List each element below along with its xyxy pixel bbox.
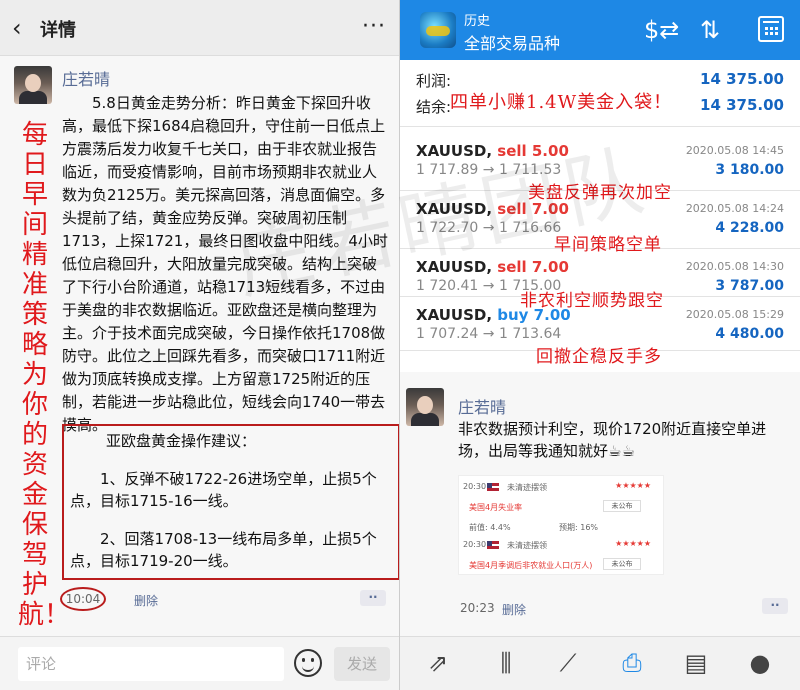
card-time-1: 20:30 xyxy=(463,482,487,491)
trade-date: 2020.05.08 14:24 xyxy=(685,202,784,215)
more-options-icon[interactable]: ··· xyxy=(362,14,386,39)
balance-value: 14 375.00 xyxy=(700,96,784,114)
card-stars-2: ★★★★★ xyxy=(615,539,651,548)
card-stars-1: ★★★★★ xyxy=(615,481,651,490)
card-expect: 预期: 16% xyxy=(559,523,599,532)
mt4-history-panel: 历史 全部交易品种 $⇄ ⇅ 利润: 14 375.00 结余: 14 375.… xyxy=(400,0,800,690)
history-icon[interactable]: ⎙ xyxy=(616,649,648,677)
back-icon[interactable]: ‹ xyxy=(12,14,22,42)
trade-symbol: XAUUSD, buy 7.00 xyxy=(416,306,571,324)
card-event-1: 美国4月失业率 xyxy=(469,503,523,512)
new-order-icon[interactable]: ⇗ xyxy=(422,649,454,677)
dollar-swap-icon[interactable]: $⇄ xyxy=(644,16,679,44)
news-icon[interactable]: ▤ xyxy=(680,649,712,677)
author-avatar[interactable] xyxy=(14,66,52,104)
comment-options-button[interactable]: ·· xyxy=(360,590,386,606)
delete-link[interactable]: 删除 xyxy=(134,592,158,609)
moment-header: ‹ 详情 ··· xyxy=(0,0,400,56)
summary-overlay-text: 四单小赚1.4W美金入袋！ xyxy=(450,92,673,113)
card-event-2: 美国4月季调后非农就业人口(万人) xyxy=(469,561,593,570)
economic-calendar-image[interactable]: 20:30 未清迹摆领 ★★★★★ 美国4月失业率 未公布 前值: 4.4% 预… xyxy=(458,475,664,575)
trade-profit: 3 180.00 xyxy=(715,162,784,178)
page-title: 详情 xyxy=(40,20,76,41)
second-post-time: 20:23 xyxy=(460,601,495,615)
trade-note-4: 回撤企稳反手多 xyxy=(536,347,662,367)
advice-box: 亚欧盘黄金操作建议： 1、反弹不破1722-26进场空单，止损5个点，目标171… xyxy=(62,424,400,580)
header-subtitle: 历史 xyxy=(464,14,491,29)
vertical-slogan: 每日早间精准策略为你的资金保驾护航！ xyxy=(18,120,71,630)
us-flag-icon xyxy=(487,483,499,491)
advice-item-2: 2、回落1708-13一线布局多单，止损5个点，目标1719-20一线。 xyxy=(70,530,377,570)
second-post-body: 非农数据预计利空，现价1720附近直接空单进场，出局等我通知就好☕☕ xyxy=(458,420,767,460)
trade-profit: 4 480.00 xyxy=(715,326,784,342)
wechat-moment-panel: ‹ 详情 ··· 庄若晴 每日早间精准策略为你的资金保驾护航！ 5.8日黄金走势… xyxy=(0,0,400,690)
card-pill-2: 未公布 xyxy=(603,558,641,570)
trade-prices: 1 707.24 → 1 713.64 xyxy=(416,326,562,342)
card-pill-1: 未公布 xyxy=(603,500,641,512)
author-name[interactable]: 庄若晴 xyxy=(62,66,110,90)
sort-icon[interactable]: ⇅ xyxy=(700,16,720,44)
chart-icon[interactable]: ⟋ xyxy=(552,649,584,677)
chat-icon[interactable]: ● xyxy=(744,649,776,677)
author-avatar-2[interactable] xyxy=(406,388,444,426)
delete-link-2[interactable]: 删除 xyxy=(502,601,526,618)
profit-value: 14 375.00 xyxy=(700,70,784,88)
us-flag-icon xyxy=(487,541,499,549)
post-time: 10:04 xyxy=(60,587,106,611)
author-name-2[interactable]: 庄若晴 xyxy=(458,394,506,418)
trade-date: 2020.05.08 14:45 xyxy=(685,144,784,157)
comment-bar: 评论 发送 xyxy=(0,636,400,690)
calendar-icon[interactable] xyxy=(758,16,784,42)
card-time-2: 20:30 xyxy=(463,540,487,549)
history-header: 历史 全部交易品种 $⇄ ⇅ xyxy=(400,0,800,60)
card-status-2: 未清迹摆领 xyxy=(507,541,547,550)
trade-profit: 4 228.00 xyxy=(715,220,784,236)
trade-side: buy 7.00 xyxy=(497,306,571,324)
card-prev: 前值: 4.4% xyxy=(469,523,511,532)
screenshot-root: ‹ 详情 ··· 庄若晴 每日早间精准策略为你的资金保驾护航！ 5.8日黄金走势… xyxy=(0,0,800,690)
balance-label: 结余: xyxy=(416,98,452,116)
advice-title: 亚欧盘黄金操作建议： xyxy=(106,432,257,450)
comment-options-button-2[interactable]: ·· xyxy=(762,598,788,614)
trade-side: sell 7.00 xyxy=(497,258,569,276)
metatrader-logo-icon[interactable] xyxy=(420,12,456,48)
header-title[interactable]: 全部交易品种 xyxy=(464,30,560,54)
send-button[interactable]: 发送 xyxy=(334,647,390,681)
advice-item-1: 1、反弹不破1722-26进场空单，止损5个点，目标1715-16一线。 xyxy=(70,470,377,510)
emoji-icon[interactable] xyxy=(294,649,322,677)
profit-label: 利润: xyxy=(416,72,452,90)
mt4-bottom-nav: ⇗ ⫼ ⟋ ⎙ ▤ ● xyxy=(400,636,800,690)
card-status-1: 未清迹摆领 xyxy=(507,483,547,492)
comment-input[interactable]: 评论 xyxy=(18,647,284,681)
quotes-icon[interactable]: ⫼ xyxy=(490,649,522,677)
trade-profit: 3 787.00 xyxy=(715,278,784,294)
trade-date: 2020.05.08 14:30 xyxy=(685,260,784,273)
trade-date: 2020.05.08 15:29 xyxy=(685,308,784,321)
